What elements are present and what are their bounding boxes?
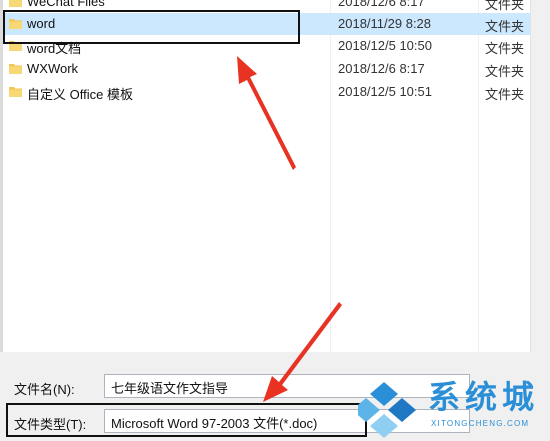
file-name: 自定义 Office 模板 bbox=[27, 87, 133, 102]
file-name: WXWork bbox=[27, 61, 79, 76]
file-type: 文件夹 bbox=[485, 41, 525, 56]
file-date: 2018/12/6 8:17 bbox=[338, 0, 425, 9]
list-item-wechat-files[interactable]: WeChat Files 2018/12/6 8:17 文件夹 bbox=[3, 0, 530, 13]
file-date: 2018/11/29 8:28 bbox=[338, 16, 432, 31]
file-name: word bbox=[27, 16, 56, 31]
list-item-office-templates[interactable]: 自定义 Office 模板 2018/12/5 10:51 文件夹 bbox=[3, 81, 530, 103]
file-list-pane: WeChat Files 2018/12/6 8:17 文件夹 word 201… bbox=[0, 0, 550, 352]
file-name: word文档 bbox=[27, 41, 82, 56]
list-item-word[interactable]: word 2018/11/29 8:28 文件夹 bbox=[3, 13, 530, 35]
watermark-url: XITONGCHENG.COM bbox=[431, 419, 530, 428]
list-item-wxwork[interactable]: WXWork 2018/12/6 8:17 文件夹 bbox=[3, 58, 530, 80]
file-type: 文件夹 bbox=[485, 19, 525, 34]
folder-icon bbox=[9, 0, 22, 7]
folder-icon bbox=[9, 41, 22, 51]
file-type: 文件夹 bbox=[485, 0, 525, 12]
file-date: 2018/12/5 10:51 bbox=[338, 84, 432, 99]
filetype-label: 文件类型(T): bbox=[14, 417, 87, 432]
scrollbar-border bbox=[530, 0, 531, 352]
file-type: 文件夹 bbox=[485, 64, 525, 79]
folder-icon bbox=[9, 64, 22, 74]
file-name: WeChat Files bbox=[27, 0, 105, 9]
file-type: 文件夹 bbox=[485, 87, 525, 102]
vertical-scrollbar[interactable] bbox=[530, 0, 550, 352]
filename-label: 文件名(N): bbox=[14, 382, 75, 397]
folder-icon bbox=[9, 19, 22, 29]
watermark-brand: 系统城 bbox=[428, 378, 540, 416]
list-item-word-docs[interactable]: word文档 2018/12/5 10:50 文件夹 bbox=[3, 35, 530, 57]
folder-icon bbox=[9, 87, 22, 97]
file-date: 2018/12/5 10:50 bbox=[338, 38, 432, 53]
file-date: 2018/12/6 8:17 bbox=[338, 61, 425, 76]
